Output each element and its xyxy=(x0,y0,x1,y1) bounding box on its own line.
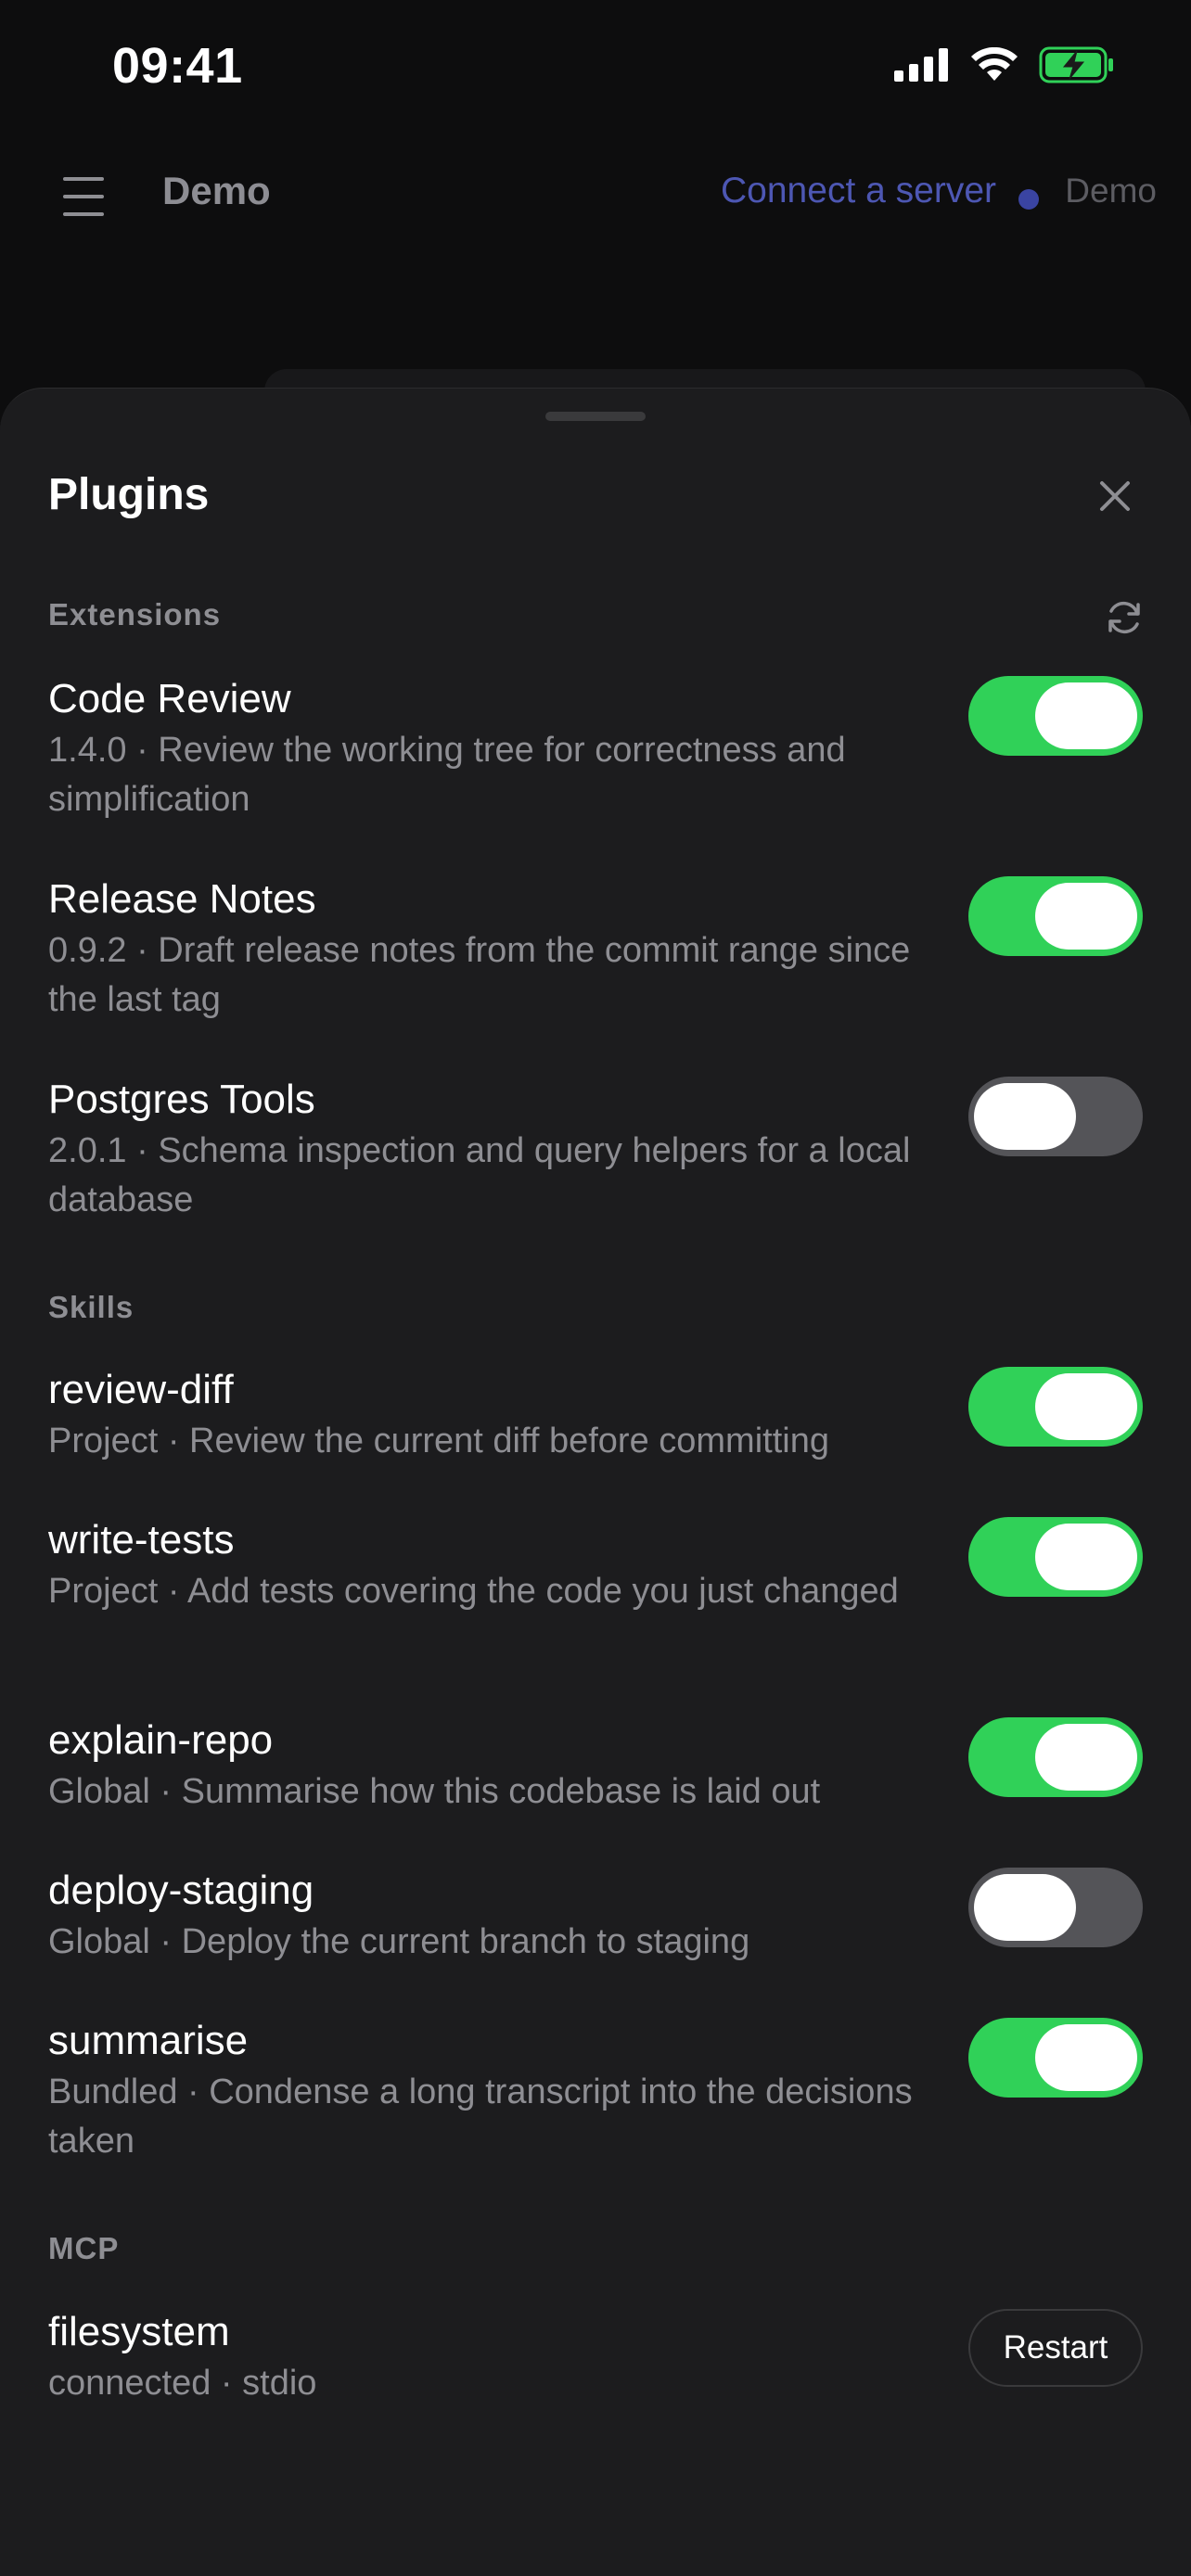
sheet-title: Plugins xyxy=(48,470,210,519)
mcp-server-name: filesystem xyxy=(48,2309,230,2354)
skill-toggle[interactable] xyxy=(968,1717,1143,1797)
plugin-toggle[interactable] xyxy=(968,1077,1143,1156)
refresh-icon xyxy=(1108,601,1140,634)
status-time: 09:41 xyxy=(112,38,243,94)
skill-name: review-diff xyxy=(48,1367,234,1412)
skill-toggle[interactable] xyxy=(968,1517,1143,1597)
sheet-grabber[interactable] xyxy=(545,412,646,421)
section-header-extensions: Extensions xyxy=(48,597,222,631)
plugin-name: Release Notes xyxy=(48,876,316,922)
section-header-mcp: MCP xyxy=(48,2231,120,2265)
plugin-toggle[interactable] xyxy=(968,876,1143,956)
skill-name: deploy-staging xyxy=(48,1868,314,1913)
skill-description: Global · Deploy the current branch to st… xyxy=(48,1922,750,1961)
app-header: Demo Connect a server Demo xyxy=(0,148,1191,241)
cellular-signal-icon xyxy=(894,48,948,82)
battery-charging-icon xyxy=(1039,46,1113,83)
skill-name: summarise xyxy=(48,2018,249,2063)
plugin-description: 0.9.2 · Draft release notes from the com… xyxy=(48,931,911,1019)
plugin-toggle[interactable] xyxy=(968,676,1143,756)
server-status-dot xyxy=(1018,189,1039,210)
skill-toggle[interactable] xyxy=(968,1367,1143,1447)
connect-server-link[interactable]: Connect a server xyxy=(721,171,996,211)
mcp-server-status: connected · stdio xyxy=(48,2364,317,2403)
section-header-skills: Skills xyxy=(48,1290,134,1324)
plugin-name: Postgres Tools xyxy=(48,1077,315,1122)
skill-description: Project · Add tests covering the code yo… xyxy=(48,1572,899,1611)
plugin-description: 1.4.0 · Review the working tree for corr… xyxy=(48,731,846,819)
app-screen: 09:41 Demo Connect a server Demo Plugins… xyxy=(0,0,1191,2576)
header-title: Demo xyxy=(162,169,271,212)
plugins-sheet: Plugins Extensions Code Review 1.4.0 · R… xyxy=(0,388,1191,2576)
server-label: Demo xyxy=(1065,172,1157,210)
hamburger-menu-icon[interactable] xyxy=(46,167,121,226)
restart-button[interactable]: Restart xyxy=(968,2309,1143,2387)
close-button[interactable] xyxy=(1093,474,1137,518)
skill-toggle[interactable] xyxy=(968,1868,1143,1947)
refresh-button[interactable] xyxy=(1102,595,1146,640)
skill-description: Project · Review the current diff before… xyxy=(48,1422,829,1460)
skill-description: Bundled · Condense a long transcript int… xyxy=(48,2072,913,2161)
plugin-name: Code Review xyxy=(48,676,291,721)
plugin-description: 2.0.1 · Schema inspection and query help… xyxy=(48,1131,911,1219)
skill-name: write-tests xyxy=(48,1517,235,1562)
close-icon xyxy=(1100,481,1130,511)
status-icons xyxy=(894,46,1115,83)
wifi-icon xyxy=(971,47,1018,81)
status-bar: 09:41 xyxy=(0,0,1191,139)
skill-name: explain-repo xyxy=(48,1717,274,1763)
skill-description: Global · Summarise how this codebase is … xyxy=(48,1772,821,1811)
skill-toggle[interactable] xyxy=(968,2018,1143,2098)
